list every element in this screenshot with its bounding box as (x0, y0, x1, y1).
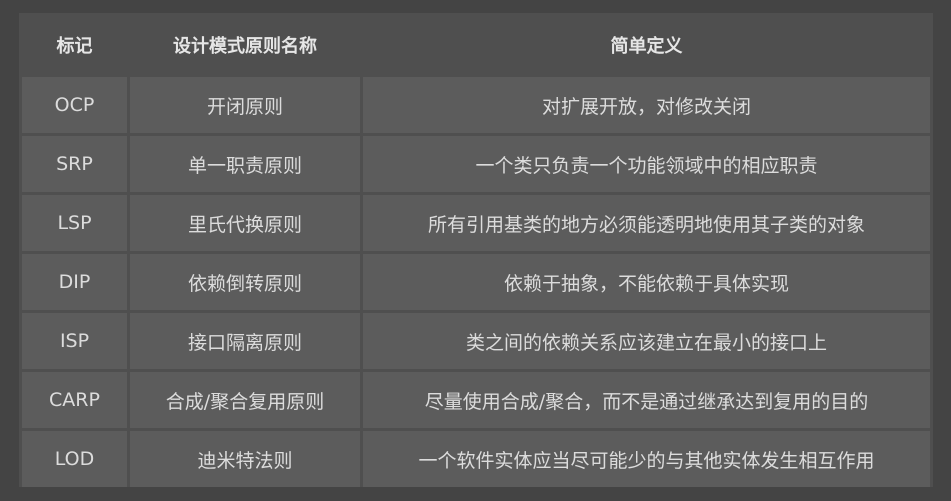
cell-code: ISP (22, 313, 127, 369)
cell-name: 里氏代换原则 (130, 195, 360, 251)
cell-name: 迪米特法则 (130, 431, 360, 487)
header-code: 标记 (22, 16, 127, 74)
design-principles-table-container: 标记 设计模式原则名称 简单定义 OCP 开闭原则 对扩展开放，对修改关闭 SR… (19, 13, 933, 487)
table-row: DIP 依赖倒转原则 依赖于抽象，不能依赖于具体实现 (22, 254, 930, 310)
table-row: LSP 里氏代换原则 所有引用基类的地方必须能透明地使用其子类的对象 (22, 195, 930, 251)
cell-definition: 一个类只负责一个功能领域中的相应职责 (363, 136, 930, 192)
table-header-row: 标记 设计模式原则名称 简单定义 (22, 16, 930, 74)
cell-code: CARP (22, 372, 127, 428)
cell-code: SRP (22, 136, 127, 192)
cell-name: 合成/聚合复用原则 (130, 372, 360, 428)
cell-definition: 依赖于抽象，不能依赖于具体实现 (363, 254, 930, 310)
table-row: SRP 单一职责原则 一个类只负责一个功能领域中的相应职责 (22, 136, 930, 192)
table-row: OCP 开闭原则 对扩展开放，对修改关闭 (22, 77, 930, 133)
design-principles-table: 标记 设计模式原则名称 简单定义 OCP 开闭原则 对扩展开放，对修改关闭 SR… (19, 13, 933, 490)
cell-name: 单一职责原则 (130, 136, 360, 192)
cell-definition: 尽量使用合成/聚合，而不是通过继承达到复用的目的 (363, 372, 930, 428)
cell-definition: 对扩展开放，对修改关闭 (363, 77, 930, 133)
cell-name: 开闭原则 (130, 77, 360, 133)
table-row: LOD 迪米特法则 一个软件实体应当尽可能少的与其他实体发生相互作用 (22, 431, 930, 487)
cell-code: LSP (22, 195, 127, 251)
cell-definition: 所有引用基类的地方必须能透明地使用其子类的对象 (363, 195, 930, 251)
header-principle-name: 设计模式原则名称 (130, 16, 360, 74)
cell-code: DIP (22, 254, 127, 310)
cell-name: 依赖倒转原则 (130, 254, 360, 310)
table-row: CARP 合成/聚合复用原则 尽量使用合成/聚合，而不是通过继承达到复用的目的 (22, 372, 930, 428)
header-definition: 简单定义 (363, 16, 930, 74)
cell-code: LOD (22, 431, 127, 487)
cell-definition: 类之间的依赖关系应该建立在最小的接口上 (363, 313, 930, 369)
cell-code: OCP (22, 77, 127, 133)
cell-definition: 一个软件实体应当尽可能少的与其他实体发生相互作用 (363, 431, 930, 487)
cell-name: 接口隔离原则 (130, 313, 360, 369)
table-row: ISP 接口隔离原则 类之间的依赖关系应该建立在最小的接口上 (22, 313, 930, 369)
